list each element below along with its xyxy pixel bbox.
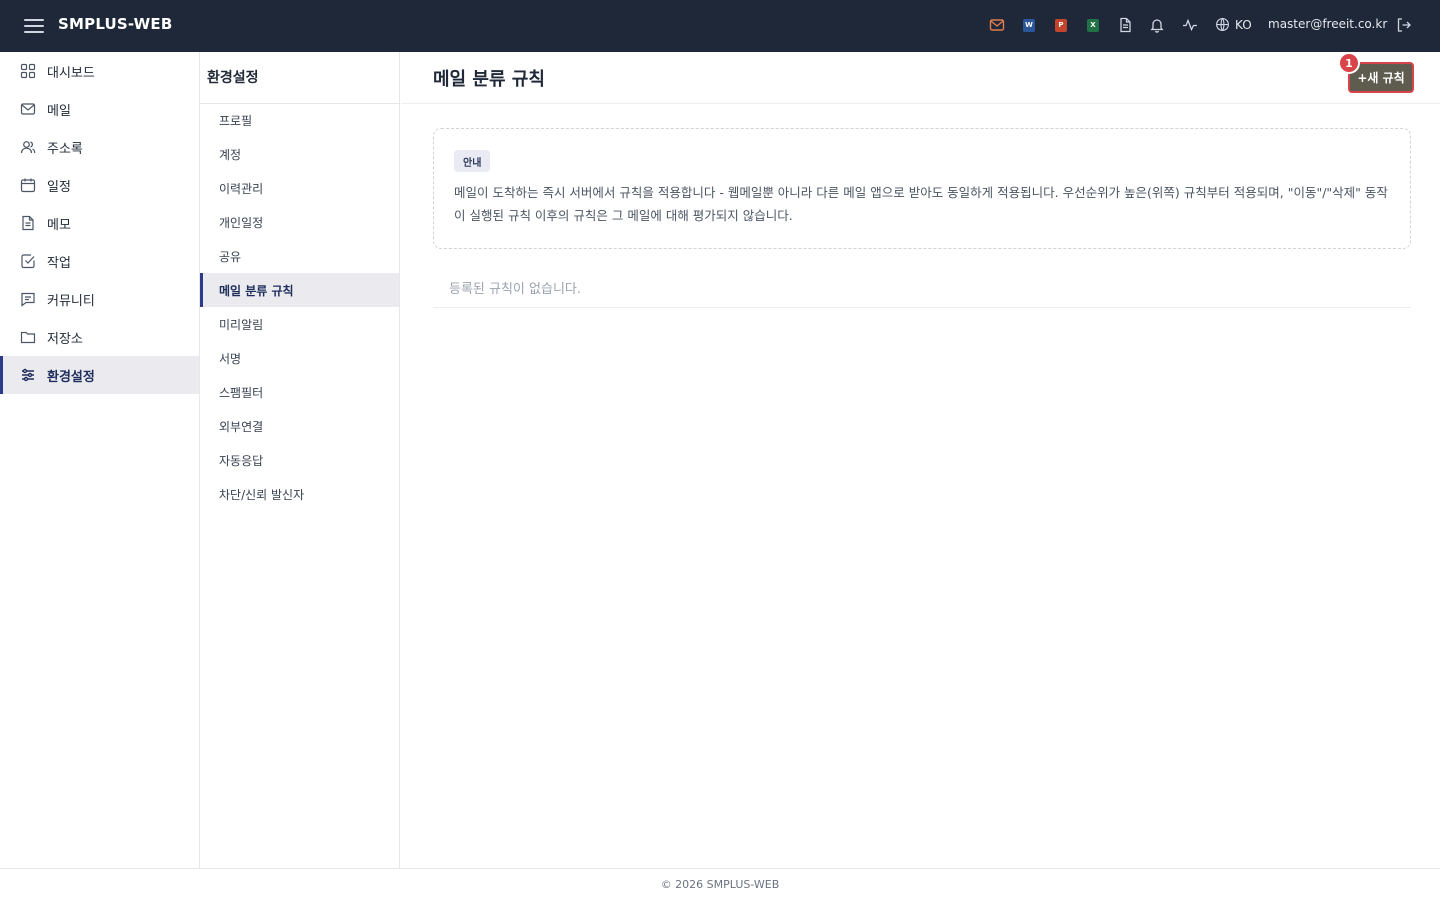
sidebar-item-contacts[interactable]: 주소록 bbox=[0, 128, 199, 166]
folder-icon bbox=[20, 329, 36, 345]
settings-nav-item-mail-rules[interactable]: 메일 분류 규칙 bbox=[200, 273, 399, 307]
sidebar-item-calendar[interactable]: 일정 bbox=[0, 166, 199, 204]
user-email[interactable]: master@freeit.co.kr bbox=[1268, 17, 1387, 31]
sidebar-item-community[interactable]: 커뮤니티 bbox=[0, 280, 199, 318]
sidebar-item-label: 메일 bbox=[47, 103, 71, 119]
sidebar-item-label: 작업 bbox=[47, 255, 71, 271]
settings-nav-item-personal-schedule[interactable]: 개인일정 bbox=[200, 205, 399, 239]
mail-icon[interactable] bbox=[989, 17, 1005, 33]
settings-nav-item-signature[interactable]: 서명 bbox=[200, 341, 399, 375]
checkbox-icon bbox=[20, 253, 36, 269]
settings-nav-item-history[interactable]: 이력관리 bbox=[200, 171, 399, 205]
excel-icon[interactable]: X bbox=[1085, 17, 1101, 33]
users-icon bbox=[20, 139, 36, 155]
language-label: KO bbox=[1235, 17, 1252, 32]
sidebar-item-tasks[interactable]: 작업 bbox=[0, 242, 199, 280]
menu-icon[interactable] bbox=[24, 16, 44, 36]
chat-icon bbox=[20, 291, 36, 307]
settings-nav-item-blocked-trusted-senders[interactable]: 차단/신뢰 발신자 bbox=[200, 477, 399, 511]
settings-nav-item-reminders[interactable]: 미리알림 bbox=[200, 307, 399, 341]
footer: © 2026 SMPLUS-WEB bbox=[0, 868, 1440, 900]
settings-nav-item-spam-filter[interactable]: 스팸필터 bbox=[200, 375, 399, 409]
sidebar-item-label: 저장소 bbox=[47, 331, 83, 347]
main-header: 메일 분류 규칙 +새 규칙 1 bbox=[401, 52, 1440, 104]
sidebar-item-label: 일정 bbox=[47, 179, 71, 195]
document-icon[interactable] bbox=[1117, 17, 1133, 33]
top-bar: SMPLUS-WEB W P X KO master@freeit.co.kr bbox=[0, 0, 1440, 52]
grid-icon bbox=[20, 63, 36, 79]
settings-nav-item-account[interactable]: 계정 bbox=[200, 137, 399, 171]
sidebar-item-storage[interactable]: 저장소 bbox=[0, 318, 199, 356]
step-badge: 1 bbox=[1338, 52, 1360, 74]
sidebar-item-dashboard[interactable]: 대시보드 bbox=[0, 52, 199, 90]
brand-logo[interactable]: SMPLUS-WEB bbox=[58, 15, 173, 33]
copyright-text: © 2026 SMPLUS-WEB bbox=[660, 878, 780, 891]
sidebar-item-memo[interactable]: 메모 bbox=[0, 204, 199, 242]
sidebar-item-label: 환경설정 bbox=[47, 369, 95, 385]
rules-list: 등록된 규칙이 없습니다. bbox=[433, 270, 1411, 308]
language-selector[interactable]: KO bbox=[1215, 17, 1252, 32]
memo-icon bbox=[20, 215, 36, 231]
sliders-icon bbox=[20, 367, 36, 383]
sidebar-item-label: 대시보드 bbox=[47, 65, 95, 81]
sidebar-item-mail[interactable]: 메일 bbox=[0, 90, 199, 128]
sidebar-item-label: 주소록 bbox=[47, 141, 83, 157]
notice-tag: 안내 bbox=[454, 150, 491, 172]
notice-text: 메일이 도착하는 즉시 서버에서 규칙을 적용합니다 - 웹메일뿐 아니라 다른… bbox=[454, 185, 1388, 223]
sidebar-item-label: 메모 bbox=[47, 217, 71, 233]
settings-nav-item-sharing[interactable]: 공유 bbox=[200, 239, 399, 273]
calendar-icon bbox=[20, 177, 36, 193]
globe-icon bbox=[1216, 18, 1229, 31]
settings-nav-item-profile[interactable]: 프로필 bbox=[200, 103, 399, 137]
logout-icon[interactable] bbox=[1396, 17, 1412, 33]
page-title: 메일 분류 규칙 bbox=[433, 69, 545, 90]
empty-message: 등록된 규칙이 없습니다. bbox=[449, 282, 581, 297]
bell-icon[interactable] bbox=[1149, 17, 1165, 33]
main-content: 메일 분류 규칙 +새 규칙 1 안내 메일이 도착하는 즉시 서버에서 규칙을… bbox=[401, 52, 1440, 868]
notice-box: 안내 메일이 도착하는 즉시 서버에서 규칙을 적용합니다 - 웹메일뿐 아니라… bbox=[433, 128, 1411, 249]
powerpoint-icon[interactable]: P bbox=[1053, 17, 1069, 33]
sidebar: 대시보드 메일 주소록 일정 메모 작업 커뮤니티 저장소 환경설정 bbox=[0, 52, 200, 868]
settings-nav-item-auto-reply[interactable]: 자동응답 bbox=[200, 443, 399, 477]
sidebar-item-settings[interactable]: 환경설정 bbox=[0, 356, 199, 394]
word-icon[interactable]: W bbox=[1021, 17, 1037, 33]
sidebar-item-label: 커뮤니티 bbox=[47, 293, 95, 309]
settings-nav-item-external-connections[interactable]: 외부연결 bbox=[200, 409, 399, 443]
settings-nav-title: 환경설정 bbox=[207, 70, 259, 86]
mail-icon bbox=[20, 101, 36, 117]
settings-nav: 환경설정 프로필 계정 이력관리 개인일정 공유 메일 분류 규칙 미리알림 서… bbox=[200, 52, 400, 868]
activity-icon[interactable] bbox=[1182, 17, 1198, 33]
